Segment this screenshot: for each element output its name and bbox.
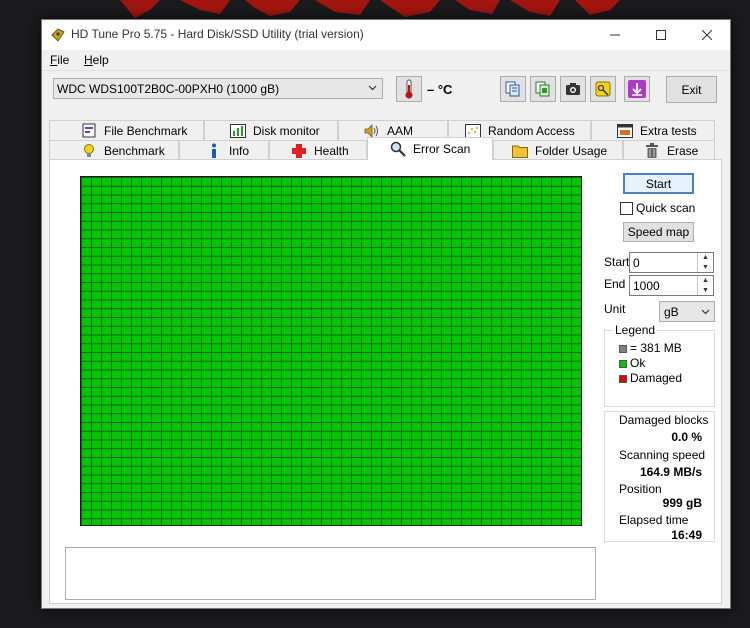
speed-map-button[interactable]: Speed map [623,222,694,242]
drive-select[interactable]: WDC WDS100T2B0C-00PXH0 (1000 gB) [53,78,383,99]
legend-title: Legend [613,323,658,337]
temperature-button[interactable] [396,76,422,102]
scan-log-box[interactable] [65,547,596,600]
tab-folder-usage[interactable]: Folder Usage [493,140,623,160]
unit-label: Unit [604,302,626,316]
tab-random-access-label: Random Access [488,123,575,138]
damaged-blocks-label: Damaged blocks [619,413,709,427]
legend-block-size: = 381 MB [630,341,682,355]
tab-info[interactable]: Info [179,140,269,160]
save-button[interactable] [624,76,650,102]
tab-benchmark[interactable]: Benchmark [49,140,179,160]
tab-erase[interactable]: Erase [623,140,715,160]
scanning-speed-value: 164.9 MB/s [639,465,702,479]
legend-ok-label: Ok [630,356,646,370]
thermometer-icon [405,79,413,99]
window-title: HD Tune Pro 5.75 - Hard Disk/SSD Utility… [71,27,364,41]
tab-extra-tests[interactable]: Extra tests [591,120,715,140]
end-position-value: 1000 [633,279,660,293]
tab-health-label: Health [314,143,349,158]
copy-text-button[interactable] [500,76,526,102]
tab-erase-label: Erase [667,143,699,158]
start-position-label: Start [604,255,630,269]
elapsed-time-label: Elapsed time [619,513,689,527]
trash-icon [643,142,661,159]
minimize-button[interactable] [592,20,638,50]
spinner-arrows-icon[interactable]: ▲ ▼ [697,276,713,295]
unit-select-value: gB [664,305,679,319]
main-window: HD Tune Pro 5.75 - Hard Disk/SSD Utility… [41,19,731,609]
maximize-button[interactable] [638,20,684,50]
magnifier-icon [389,141,407,157]
camera-icon [566,83,580,95]
tab-info-label: Info [229,143,250,158]
drive-select-value: WDC WDS100T2B0C-00PXH0 (1000 gB) [57,82,280,96]
chevron-down-icon [701,309,710,315]
tab-health[interactable]: Health [269,140,367,160]
info-icon [205,143,223,159]
tab-error-scan[interactable]: Error Scan [367,137,493,160]
chevron-down-icon [368,85,377,91]
legend-swatch-block [619,345,627,353]
position-label: Position [619,482,662,496]
unit-select[interactable]: gB [659,301,715,322]
tab-disk-monitor[interactable]: Disk monitor [204,120,338,140]
tab-extra-tests-label: Extra tests [640,123,697,138]
start-scan-button[interactable]: Start [623,173,694,194]
end-position-spinner[interactable]: 1000 ▲ ▼ [629,275,714,296]
quick-scan-label: Quick scan [636,201,696,215]
copy-screenshot-icon [535,81,550,97]
menu-help-label: elp [92,53,109,67]
quick-scan-checkbox[interactable] [620,202,633,215]
screenshot-button[interactable] [560,76,586,102]
menu-bar: File Help [42,50,730,71]
spinner-arrows-icon[interactable]: ▲ ▼ [697,253,713,272]
tab-error-scan-label: Error Scan [413,142,471,156]
menu-file-label: ile [57,53,70,67]
legend-swatch-ok [619,360,627,368]
tab-benchmark-label: Benchmark [104,143,165,158]
position-value: 999 gB [662,496,702,510]
tab-file-benchmark-label: File Benchmark [104,123,188,138]
elapsed-time-value: 16:49 [671,528,702,542]
close-icon [702,30,712,40]
temperature-readout: – °C [427,82,453,97]
copy-screenshot-button[interactable] [530,76,556,102]
menu-help-accel: H [84,53,93,67]
exit-button[interactable]: Exit [666,76,717,103]
start-position-spinner[interactable]: 0 ▲ ▼ [629,252,714,273]
copy-text-icon [505,81,520,97]
disk-monitor-icon [229,123,247,139]
options-icon [595,81,611,97]
legend-group: Legend = 381 MB Ok Damaged [604,323,715,407]
extra-tests-icon [616,123,634,139]
options-button[interactable] [590,76,616,102]
scan-stats-box: Damaged blocks 0.0 % Scanning speed 164.… [604,411,715,542]
save-download-icon [628,80,646,98]
menu-help[interactable]: Help [84,53,109,67]
legend-swatch-damaged [619,375,627,383]
file-benchmark-icon [80,123,98,139]
tab-aam-label: AAM [387,123,414,138]
scan-block-grid [80,176,582,526]
end-position-label: End [604,277,626,291]
maximize-icon [656,30,666,40]
tab-disk-monitor-label: Disk monitor [253,123,320,138]
health-cross-icon [290,143,308,159]
legend-damaged-label: Damaged [630,371,683,385]
scanning-speed-label: Scanning speed [619,448,706,462]
title-bar: HD Tune Pro 5.75 - Hard Disk/SSD Utility… [42,20,730,50]
damaged-blocks-value: 0.0 % [671,430,702,444]
folder-icon [511,143,529,159]
menu-file[interactable]: File [50,53,69,67]
tab-folder-usage-label: Folder Usage [535,143,608,158]
error-scan-panel: Start Quick scan Speed map Start 0 ▲ ▼ En… [49,159,722,604]
tab-file-benchmark[interactable]: File Benchmark [49,120,204,140]
close-button[interactable] [684,20,730,50]
lightbulb-icon [80,143,98,159]
hd-tune-app-icon [51,28,65,42]
start-position-value: 0 [633,256,640,270]
minimize-icon [610,34,620,36]
